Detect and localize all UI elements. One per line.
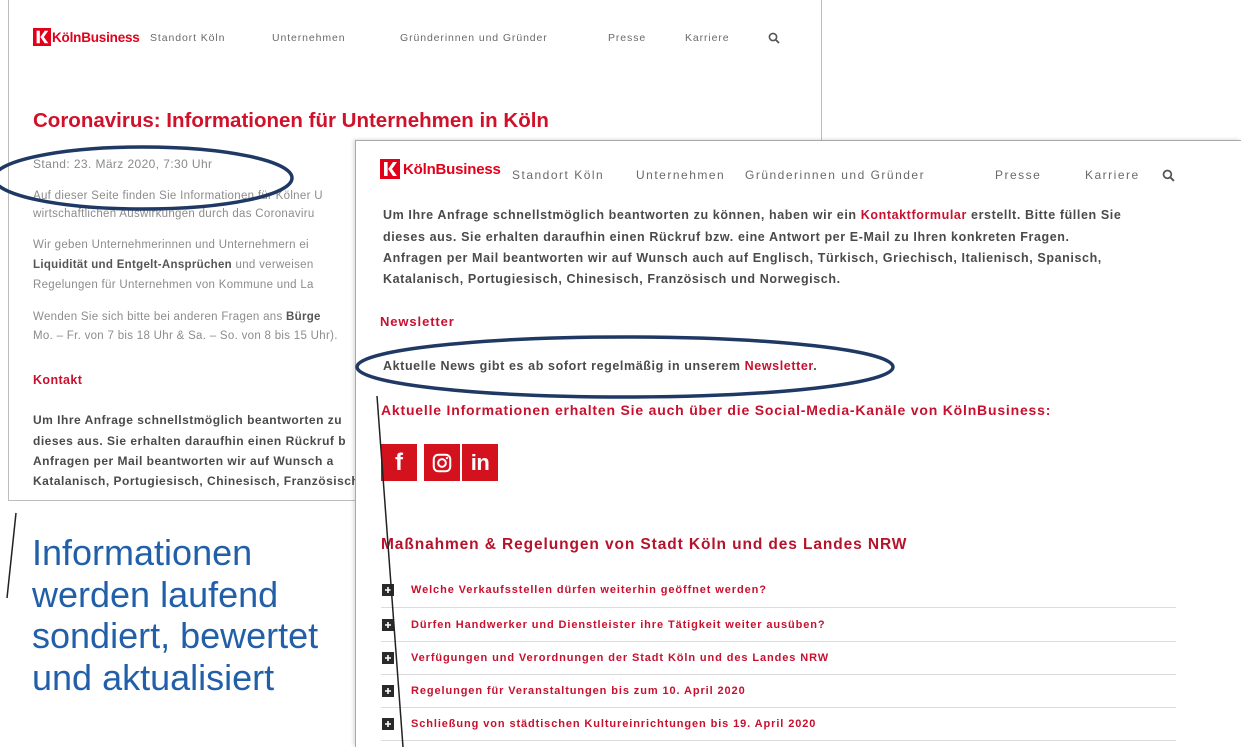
koelnbusiness-logo-icon: [33, 28, 51, 46]
kontakt-text: Um Ihre Anfrage schnellstmöglich beantwo…: [383, 208, 861, 222]
newsletter-link[interactable]: Newsletter: [745, 359, 814, 373]
nav-item-unternehmen[interactable]: Unternehmen: [636, 167, 725, 183]
nav-item-karriere[interactable]: Karriere: [1085, 167, 1140, 183]
koelnbusiness-logo[interactable]: KölnBusiness: [33, 28, 140, 46]
caption-line: werden laufend: [32, 573, 279, 615]
plus-icon: [382, 718, 394, 730]
support-line-rest: und verweisen: [232, 259, 314, 271]
kontakt-line: Um Ihre Anfrage schnellstmöglich beantwo…: [383, 207, 1121, 223]
search-icon[interactable]: [1162, 169, 1175, 182]
accordion-item-label: Verfügungen und Verordnungen der Stadt K…: [411, 652, 829, 664]
accordion-item[interactable]: Dürfen Handwerker und Dienstleister ihre…: [381, 617, 1176, 633]
hotline-text: Wenden Sie sich bitte bei anderen Fragen…: [33, 311, 287, 323]
newsletter-heading: Newsletter: [380, 314, 455, 329]
support-line: Liquidität und Entgelt-Ansprüchen und ve…: [33, 258, 314, 272]
kontakt-line: Anfragen per Mail beantworten wir auf Wu…: [33, 454, 334, 468]
nav-item-gruender[interactable]: Gründerinnen und Gründer: [400, 31, 548, 45]
brand-name: KölnBusiness: [52, 29, 140, 45]
last-updated-timestamp: Stand: 23. März 2020, 7:30 Uhr: [33, 157, 213, 171]
intro-line: wirtschaftlichen Auswirkungen durch das …: [33, 208, 315, 220]
nav-item-gruender[interactable]: Gründerinnen und Gründer: [745, 167, 925, 183]
instagram-icon[interactable]: [424, 444, 460, 481]
facebook-glyph: f: [395, 448, 403, 476]
linkedin-glyph: in: [470, 449, 490, 475]
accordion-item[interactable]: Verfügungen und Verordnungen der Stadt K…: [381, 650, 1176, 666]
hotline-highlight: Bürge: [286, 311, 321, 323]
accordion-item[interactable]: Schließung von städtischen Kultureinrich…: [381, 716, 1176, 732]
support-line: Wir geben Unternehmerinnen und Unternehm…: [33, 239, 309, 251]
divider: [381, 740, 1176, 741]
brand-name: KölnBusiness: [403, 160, 501, 178]
koelnbusiness-logo-icon: [380, 159, 400, 179]
facebook-icon[interactable]: f: [381, 444, 417, 481]
foreground-page-screenshot: KölnBusiness Standort Köln Unternehmen G…: [355, 140, 1241, 747]
plus-icon: [382, 619, 394, 631]
nav-item-standort-koeln[interactable]: Standort Köln: [150, 31, 225, 45]
hotline-line: Wenden Sie sich bitte bei anderen Fragen…: [33, 310, 321, 324]
kontaktformular-link[interactable]: Kontaktformular: [861, 208, 967, 222]
nav-item-presse[interactable]: Presse: [995, 167, 1041, 183]
search-icon[interactable]: [768, 31, 780, 44]
accordion-item-label: Schließung von städtischen Kultureinrich…: [411, 718, 817, 730]
social-media-heading: Aktuelle Informationen erhalten Sie auch…: [381, 402, 1052, 418]
linkedin-icon[interactable]: in: [462, 444, 498, 481]
newsletter-text: Aktuelle News gibt es ab sofort regelmäß…: [383, 358, 817, 374]
nav-item-unternehmen[interactable]: Unternehmen: [272, 31, 346, 45]
kontakt-heading: Kontakt: [33, 373, 83, 387]
nav-item-standort-koeln[interactable]: Standort Köln: [512, 167, 604, 183]
support-highlight: Liquidität und Entgelt-Ansprüchen: [33, 259, 232, 271]
connector-line: [6, 512, 17, 599]
nav-item-karriere[interactable]: Karriere: [685, 31, 730, 45]
kontakt-line: dieses aus. Sie erhalten daraufhin einen…: [383, 230, 1070, 244]
accordion-item-label: Regelungen für Veranstaltungen bis zum 1…: [411, 685, 746, 697]
newsletter-text-end: .: [813, 359, 818, 373]
divider: [381, 674, 1176, 675]
page-title: Coronavirus: Informationen für Unternehm…: [33, 109, 549, 132]
kontakt-line: dieses aus. Sie erhalten daraufhin einen…: [33, 434, 347, 448]
nav-item-presse[interactable]: Presse: [608, 31, 646, 45]
plus-icon: [382, 584, 394, 596]
caption-line: und aktualisiert: [32, 656, 275, 698]
kontakt-line: Katalanisch, Portugiesisch, Chinesisch, …: [383, 272, 841, 286]
instagram-glyph: [432, 453, 452, 472]
kontakt-line: Katalanisch, Portugiesisch, Chinesisch, …: [33, 474, 360, 488]
divider: [381, 607, 1176, 608]
accordion-item-label: Dürfen Handwerker und Dienstleister ihre…: [411, 619, 826, 631]
koelnbusiness-logo[interactable]: KölnBusiness: [380, 159, 501, 179]
kontakt-line: Anfragen per Mail beantworten wir auf Wu…: [383, 251, 1102, 265]
caption-line: Informationen: [32, 532, 253, 573]
intro-line: Auf dieser Seite finden Sie Informatione…: [33, 190, 323, 202]
accordion-item[interactable]: Regelungen für Veranstaltungen bis zum 1…: [381, 683, 1176, 699]
annotation-caption: Informationen werden laufend sondiert, b…: [32, 532, 318, 698]
divider: [381, 707, 1176, 708]
plus-icon: [382, 652, 394, 664]
caption-line: sondiert, bewertet: [32, 615, 319, 656]
kontakt-line: Um Ihre Anfrage schnellstmöglich beantwo…: [33, 413, 343, 427]
support-line: Regelungen für Unternehmen von Kommune u…: [33, 279, 314, 291]
measures-heading: Maßnahmen & Regelungen von Stadt Köln un…: [381, 536, 908, 553]
newsletter-text-start: Aktuelle News gibt es ab sofort regelmäß…: [383, 359, 745, 373]
hotline-hours: Mo. – Fr. von 7 bis 18 Uhr & Sa. – So. v…: [33, 330, 338, 342]
accordion-item-label: Welche Verkaufsstellen dürfen weiterhin …: [411, 584, 767, 596]
kontakt-text-end: erstellt. Bitte füllen Sie: [966, 208, 1122, 222]
divider: [381, 641, 1176, 642]
accordion-item[interactable]: Welche Verkaufsstellen dürfen weiterhin …: [381, 582, 1176, 598]
plus-icon: [382, 685, 394, 697]
